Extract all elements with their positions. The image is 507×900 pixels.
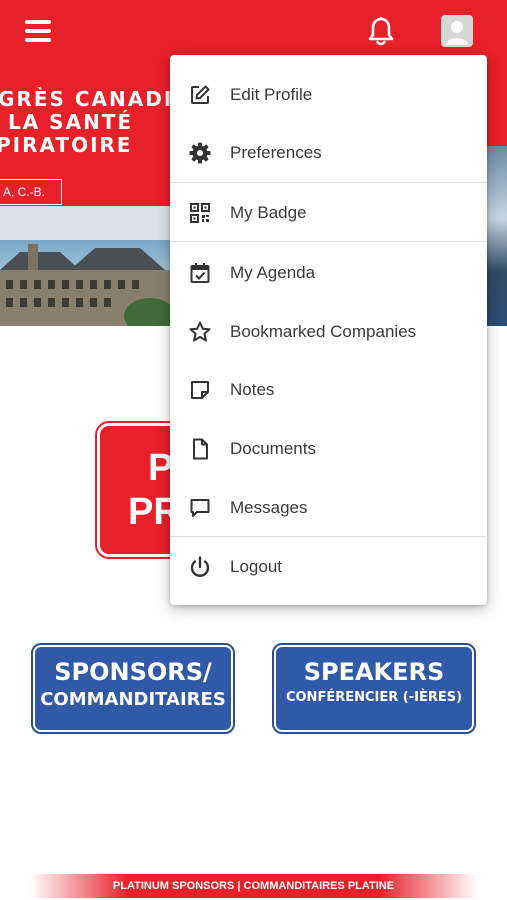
user-avatar-icon[interactable] bbox=[441, 15, 473, 47]
menu-item-my-agenda[interactable]: My Agenda bbox=[170, 245, 487, 301]
power-icon bbox=[188, 555, 212, 579]
note-icon bbox=[188, 378, 212, 402]
platinum-sponsors-bar: PLATINUM SPONSORS | COMMANDITAIRES PLATI… bbox=[30, 874, 477, 898]
sponsors-button[interactable]: SPONSORS/ COMMANDITAIRES bbox=[31, 643, 235, 734]
banner-mountain-photo bbox=[487, 146, 507, 326]
menu-item-edit-profile[interactable]: Edit Profile bbox=[170, 67, 487, 123]
menu-item-label: Notes bbox=[230, 380, 275, 399]
menu-item-my-badge[interactable]: My Badge bbox=[170, 185, 487, 241]
top-app-bar bbox=[0, 0, 507, 62]
edit-icon bbox=[188, 83, 212, 107]
speakers-button-title: SPEAKERS bbox=[303, 658, 445, 686]
menu-item-bookmarked-companies[interactable]: Bookmarked Companies bbox=[170, 304, 487, 360]
message-icon bbox=[188, 496, 212, 520]
speakers-button[interactable]: SPEAKERS CONFÉRENCIER (-IÈRES) bbox=[272, 643, 476, 734]
menu-item-label: My Badge bbox=[230, 203, 307, 222]
speakers-button-subtitle: CONFÉRENCIER (-IÈRES) bbox=[285, 690, 463, 705]
hamburger-menu-icon[interactable] bbox=[25, 19, 51, 43]
menu-divider bbox=[170, 536, 487, 537]
sponsors-button-title: SPONSORS/ bbox=[54, 658, 212, 686]
notification-bell-icon[interactable] bbox=[367, 16, 395, 48]
menu-item-messages[interactable]: Messages bbox=[170, 480, 487, 536]
menu-item-label: Documents bbox=[230, 439, 316, 458]
menu-item-preferences[interactable]: Preferences bbox=[170, 125, 487, 181]
banner-title-line-1: GRÈS CANADIE bbox=[0, 87, 189, 111]
profile-dropdown-menu: Edit Profile Preferences My Badge My Age… bbox=[170, 55, 487, 605]
menu-item-label: Bookmarked Companies bbox=[230, 322, 417, 341]
banner-location: A, C.-B. bbox=[0, 179, 62, 205]
banner-title-line-3: PIRATOIRE bbox=[0, 133, 133, 157]
menu-item-notes[interactable]: Notes bbox=[170, 362, 487, 418]
banner-title: GRÈS CANADIE LA SANTÉ PIRATOIRE bbox=[0, 88, 189, 157]
document-icon bbox=[188, 437, 212, 461]
menu-divider bbox=[170, 182, 487, 183]
menu-item-label: My Agenda bbox=[230, 263, 316, 282]
banner-title-line-2: LA SANTÉ bbox=[8, 110, 134, 134]
menu-item-label: Messages bbox=[230, 498, 308, 517]
star-icon bbox=[188, 320, 212, 344]
menu-item-logout[interactable]: Logout bbox=[170, 539, 487, 595]
qr-code-icon bbox=[188, 201, 212, 225]
sponsors-button-subtitle: COMMANDITAIRES bbox=[40, 689, 226, 710]
gear-icon bbox=[188, 141, 212, 165]
calendar-check-icon bbox=[188, 261, 212, 285]
menu-item-label: Logout bbox=[230, 557, 282, 576]
menu-divider bbox=[170, 241, 487, 242]
menu-item-label: Edit Profile bbox=[230, 85, 313, 104]
menu-item-documents[interactable]: Documents bbox=[170, 421, 487, 477]
menu-item-label: Preferences bbox=[230, 143, 322, 162]
